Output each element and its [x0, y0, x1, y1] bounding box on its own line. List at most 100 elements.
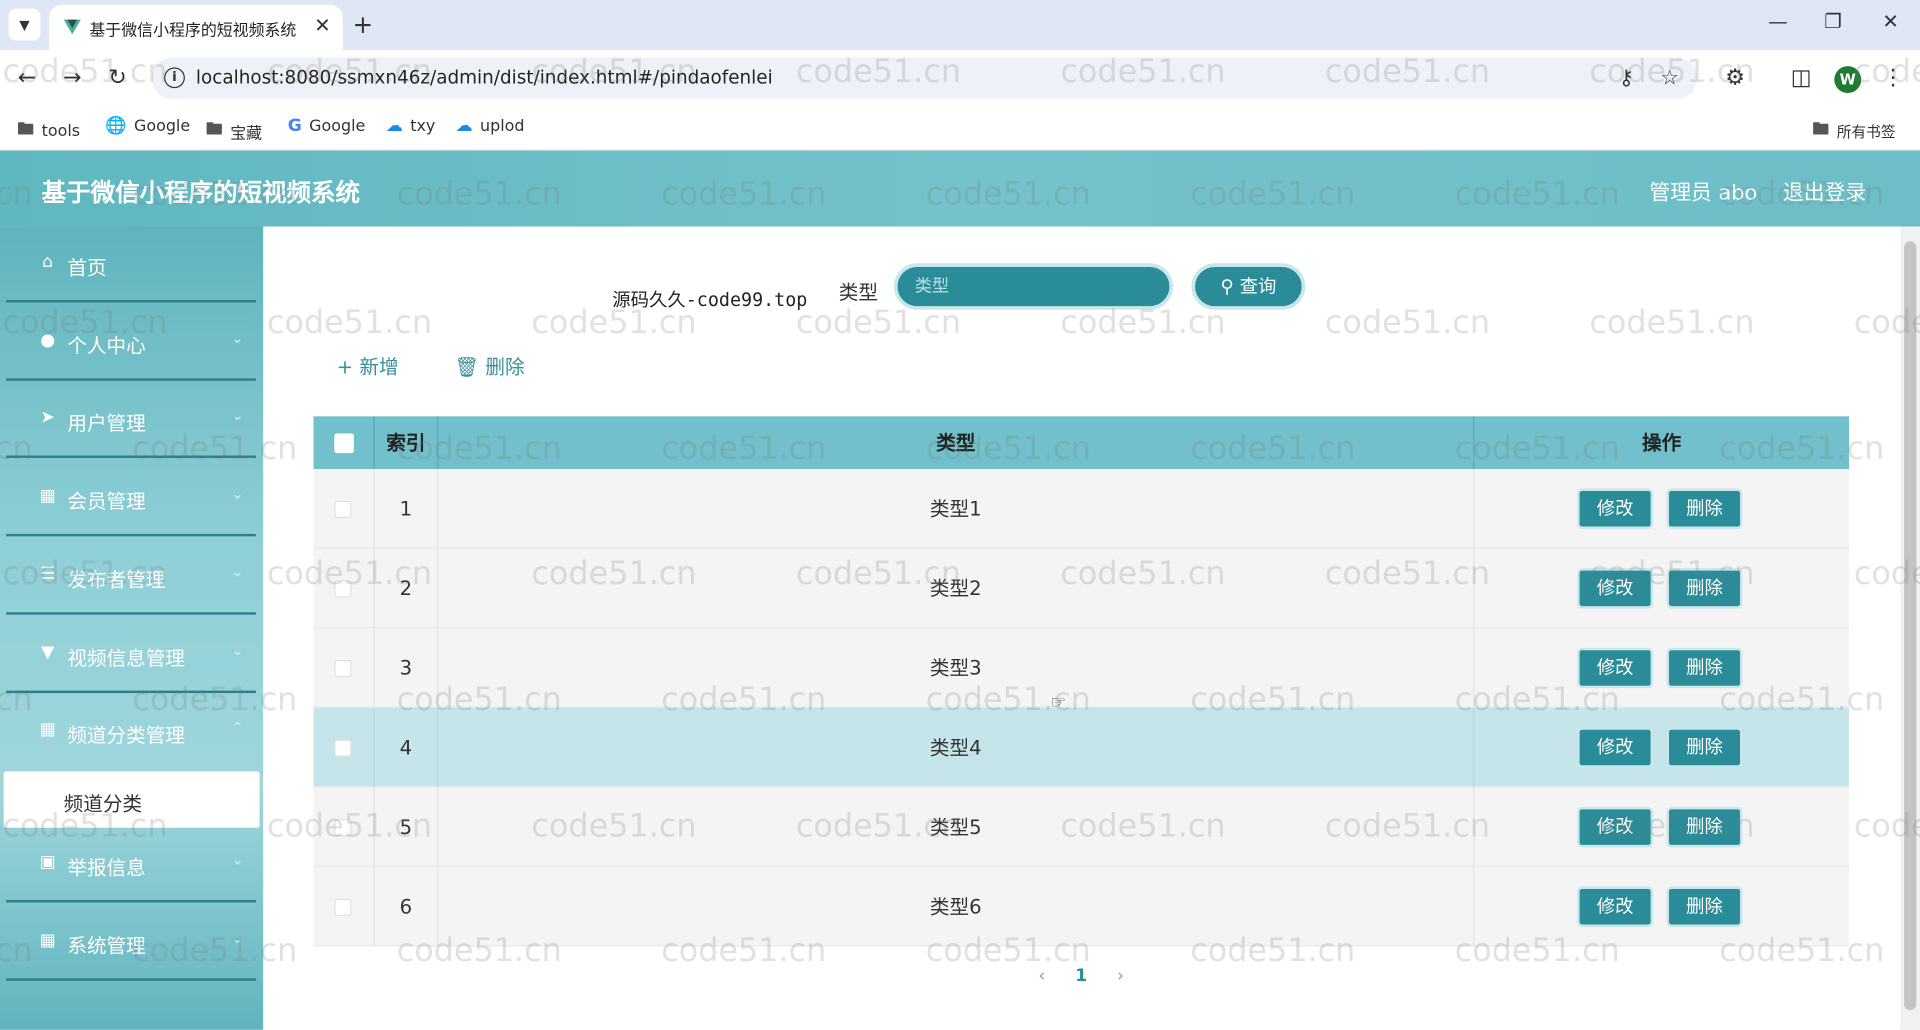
- password-key-icon[interactable]: ⚷: [1619, 66, 1634, 90]
- reload-icon[interactable]: ↻: [104, 65, 131, 91]
- column-header-index: 索引: [375, 416, 439, 469]
- next-page-icon[interactable]: ›: [1117, 966, 1124, 986]
- home-icon: ⌂: [42, 252, 54, 272]
- edit-button[interactable]: 修改: [1577, 727, 1654, 768]
- delete-button[interactable]: 删除: [1666, 488, 1743, 529]
- delete-button[interactable]: 删除: [1666, 568, 1743, 609]
- url-text[interactable]: localhost:8080/ssmxn46z/admin/dist/index…: [196, 66, 773, 88]
- query-button[interactable]: ⚲ 查询: [1191, 263, 1306, 310]
- new-tab-button[interactable]: +: [353, 10, 374, 39]
- logout-link[interactable]: 退出登录: [1783, 175, 1866, 205]
- google-g-icon: G: [287, 116, 302, 136]
- row-checkbox[interactable]: [334, 580, 352, 598]
- tab-search-button[interactable]: ▼: [8, 8, 41, 41]
- pagination: ‹ 1 ›: [1038, 966, 1124, 986]
- row-actions: 修改 删除: [1474, 708, 1849, 788]
- search-icon: ⚲: [1220, 275, 1234, 298]
- sidebar-item-personal-center[interactable]: ● 个人中心 ⌄: [6, 305, 256, 381]
- sidebar-item-member-management[interactable]: ▦ 会员管理 ⌄: [6, 460, 256, 537]
- sidebar-item-home[interactable]: ⌂ 首页: [6, 227, 256, 303]
- bookmark-txy[interactable]: ☁ txy: [386, 116, 436, 136]
- bookmark-uplod[interactable]: ☁ uplod: [456, 116, 525, 136]
- current-user: 管理员 abo: [1649, 181, 1758, 206]
- bookmark-google-2[interactable]: G Google: [288, 116, 366, 136]
- bookmark-google-1[interactable]: 🌐 Google: [105, 116, 190, 136]
- edit-button[interactable]: 修改: [1577, 488, 1654, 529]
- globe-icon: 🌐: [105, 116, 127, 136]
- row-actions: 修改 删除: [1474, 867, 1849, 947]
- profile-avatar[interactable]: W: [1834, 66, 1862, 94]
- more-menu-icon[interactable]: ⋮: [1880, 65, 1907, 91]
- chevron-down-icon: ⌄: [231, 851, 244, 869]
- pin-icon: ▼: [41, 642, 55, 663]
- address-bar-row: ← → ↻ i localhost:8080/ssmxn46z/admin/di…: [0, 50, 1920, 107]
- delete-button[interactable]: 删除: [1666, 647, 1743, 689]
- sidebar-subitem-channel-category[interactable]: 频道分类: [3, 771, 260, 828]
- browser-tab[interactable]: 基于微信小程序的短视频系统 ✕: [48, 4, 343, 51]
- scrollbar-thumb[interactable]: [1904, 241, 1917, 1011]
- sidebar-item-label: 首页: [67, 255, 107, 280]
- minimize-icon[interactable]: —: [1763, 10, 1792, 33]
- tab-title: 基于微信小程序的短视频系统: [89, 22, 297, 41]
- row-type: 类型4: [438, 707, 1475, 788]
- column-header-type: 类型: [438, 416, 1475, 469]
- page-number[interactable]: 1: [1075, 966, 1087, 986]
- edit-button[interactable]: 修改: [1577, 647, 1654, 689]
- bookmark-tools[interactable]: 🖿 tools: [17, 116, 80, 145]
- restore-icon[interactable]: ❐: [1818, 10, 1847, 33]
- folder-icon: 🖿: [17, 120, 35, 140]
- overlay-watermark-text: 源码久久-code99.top: [612, 288, 808, 312]
- folder-icon: 🖿: [205, 120, 223, 140]
- row-checkbox[interactable]: [334, 500, 352, 518]
- bookmark-baozang[interactable]: 🖿 宝藏: [206, 116, 262, 145]
- sidebar-item-system-management[interactable]: ▦ 系统管理 ⌄: [6, 905, 256, 981]
- delete-button[interactable]: 删除: [1666, 886, 1743, 927]
- chevron-down-icon: ⌄: [231, 484, 244, 503]
- tab-close-icon[interactable]: ✕: [314, 13, 330, 36]
- sidebar-subitem-label: 频道分类: [63, 792, 143, 816]
- row-checkbox[interactable]: [334, 660, 352, 678]
- extensions-icon[interactable]: ⚙: [1722, 65, 1749, 91]
- hand-cursor-icon: ☞: [1050, 693, 1067, 713]
- omnibox[interactable]: i localhost:8080/ssmxn46z/admin/dist/ind…: [151, 57, 1698, 100]
- chevron-down-icon: ⌄: [231, 329, 244, 347]
- row-actions: 修改 删除: [1474, 628, 1849, 708]
- table-row: 6 类型6 修改 删除: [313, 866, 1849, 947]
- prev-page-icon[interactable]: ‹: [1038, 966, 1045, 986]
- delete-button[interactable]: 删除: [1666, 806, 1743, 848]
- select-all-checkbox[interactable]: [334, 433, 354, 454]
- forward-icon[interactable]: →: [59, 65, 86, 91]
- sidebar-item-channel-category-management[interactable]: ▦ 频道分类管理 ⌃: [6, 694, 256, 770]
- sidebar-item-user-management[interactable]: ➤ 用户管理 ⌄: [6, 382, 256, 458]
- delete-button[interactable]: 删除: [1666, 727, 1743, 768]
- sidebar-item-label: 个人中心: [67, 334, 146, 358]
- sidebar-item-report-info[interactable]: ▣ 举报信息 ⌄: [6, 827, 256, 903]
- site-info-icon[interactable]: i: [164, 67, 185, 89]
- sidebar-item-label: 视频信息管理: [67, 646, 185, 670]
- page-scrollbar[interactable]: [1900, 226, 1920, 1030]
- back-icon[interactable]: ←: [13, 65, 40, 91]
- type-search-input[interactable]: [893, 263, 1174, 310]
- row-type: 类型6: [438, 866, 1475, 947]
- edit-button[interactable]: 修改: [1577, 568, 1654, 609]
- sidebar-item-video-management[interactable]: ▼ 视频信息管理 ⌄: [6, 617, 256, 694]
- row-index: 1: [375, 468, 439, 549]
- sidebar-item-label: 发布者管理: [67, 568, 166, 592]
- row-index: 4: [375, 707, 439, 788]
- sidebar-item-label: 举报信息: [67, 855, 146, 880]
- row-checkbox[interactable]: [334, 739, 352, 757]
- window-close-icon[interactable]: ✕: [1876, 10, 1905, 33]
- bookmark-star-icon[interactable]: ☆: [1660, 66, 1679, 90]
- send-icon: ➤: [40, 407, 55, 428]
- row-checkbox[interactable]: [334, 819, 352, 837]
- chevron-down-icon: ▼: [19, 16, 30, 33]
- row-actions: 修改 删除: [1474, 469, 1849, 549]
- edit-button[interactable]: 修改: [1577, 886, 1654, 927]
- edit-button[interactable]: 修改: [1577, 806, 1654, 848]
- add-button[interactable]: + 新增: [337, 350, 399, 379]
- row-checkbox[interactable]: [334, 898, 352, 916]
- all-bookmarks[interactable]: 🖿 所有书签: [1812, 116, 1895, 145]
- batch-delete-button[interactable]: 🗑 删除: [454, 350, 524, 379]
- sidebar-item-publisher-management[interactable]: ☰ 发布者管理 ⌄: [6, 539, 256, 615]
- sidepanel-icon[interactable]: ◫: [1788, 65, 1815, 91]
